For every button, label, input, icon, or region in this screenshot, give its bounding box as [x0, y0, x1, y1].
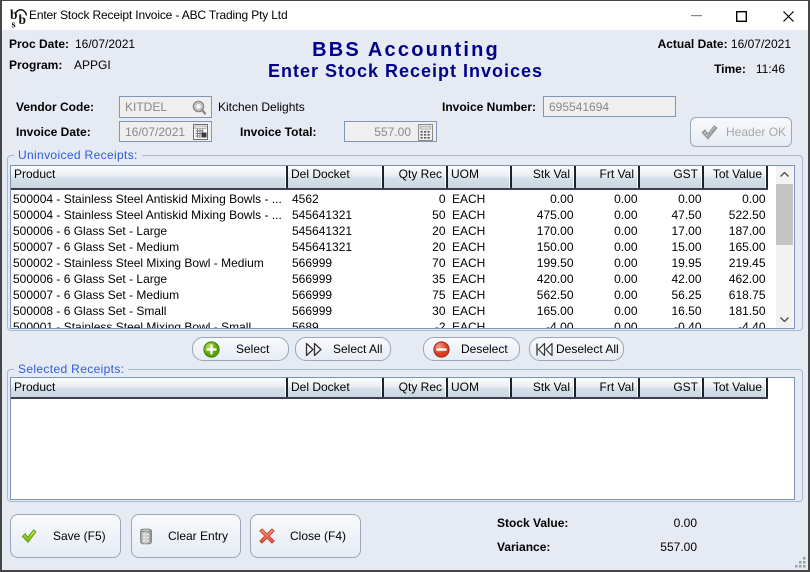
svg-text:b: b: [19, 12, 27, 27]
svg-text:s: s: [12, 20, 16, 29]
